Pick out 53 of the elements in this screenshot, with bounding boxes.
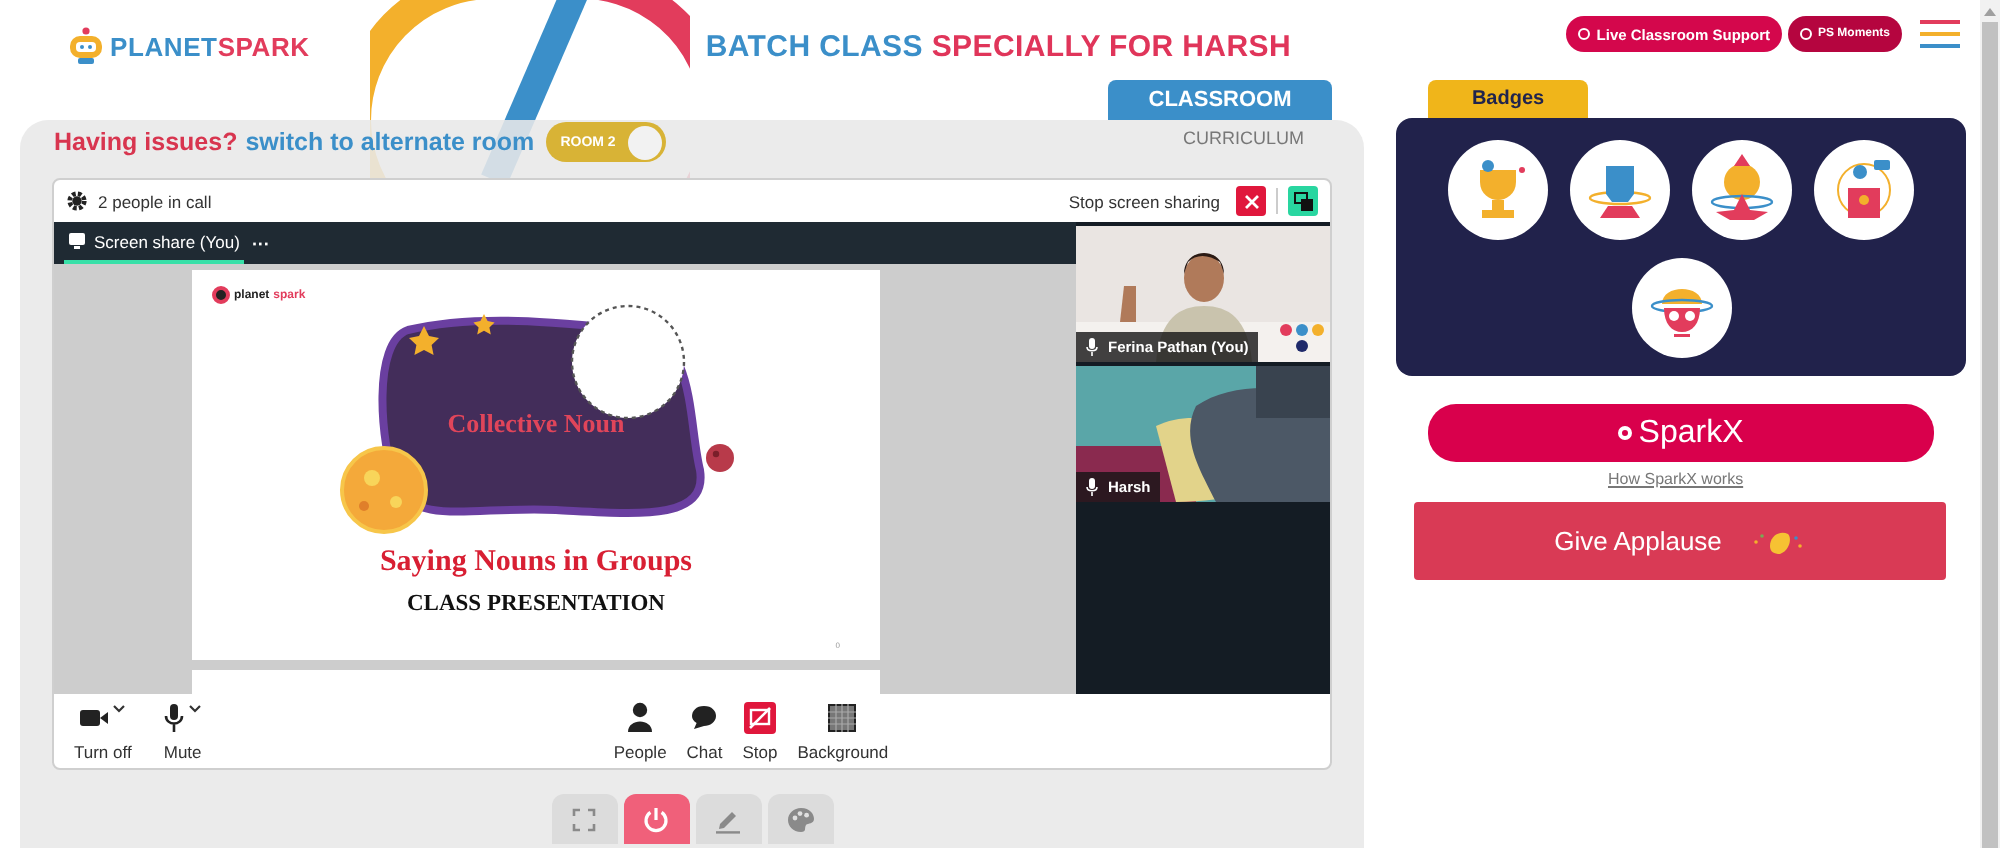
palette-icon — [785, 805, 815, 833]
close-button[interactable] — [1236, 186, 1266, 216]
slide-heading: Collective Noun — [447, 408, 625, 440]
fullscreen-button[interactable] — [551, 794, 617, 844]
chat-button[interactable]: Chat — [684, 701, 725, 761]
caret-icon[interactable] — [111, 704, 126, 714]
power-button[interactable] — [623, 794, 689, 844]
page-title: BATCH CLASS SPECIALLY FOR HARSH — [705, 30, 1291, 64]
close-icon — [1243, 193, 1259, 209]
participant-count: 2 people in call — [98, 191, 212, 211]
camera-button[interactable]: Turn off — [72, 701, 134, 761]
screen-share-tab[interactable]: Screen share (You) — [64, 222, 244, 264]
wizard-badge[interactable] — [1692, 140, 1792, 240]
stop-sharing-label: Stop screen sharing — [1068, 191, 1220, 211]
caret-icon[interactable] — [187, 704, 202, 714]
scrollbar[interactable] — [1980, 0, 2000, 848]
podium-badge[interactable] — [1814, 140, 1914, 240]
badges-tab[interactable]: Badges — [1428, 80, 1588, 118]
slide-title: Saying Nouns in Groups — [379, 546, 693, 580]
background-button[interactable]: Background — [795, 701, 891, 761]
applause-button[interactable]: Give Applause — [1414, 502, 1946, 580]
people-button[interactable]: People — [611, 701, 669, 761]
window-switch-button[interactable] — [1288, 186, 1318, 216]
how-sparkx-link[interactable]: How SparkX works — [1608, 470, 1744, 488]
sparkx-button[interactable]: SparkX — [1428, 404, 1934, 462]
mic-icon — [163, 703, 184, 731]
classroom-tab[interactable]: CLASSROOM — [1108, 80, 1332, 120]
palette-button[interactable] — [767, 794, 833, 844]
fullscreen-icon — [572, 807, 596, 831]
grid-icon — [828, 703, 857, 731]
menu-icon[interactable] — [1920, 18, 1960, 50]
person-icon — [626, 702, 655, 732]
brain-badge[interactable] — [1631, 258, 1731, 358]
stop-share-button[interactable]: Stop — [740, 701, 780, 761]
power-icon — [642, 805, 670, 833]
trophy-badge[interactable] — [1448, 140, 1548, 240]
robot-icon — [68, 26, 104, 66]
windows-icon — [1293, 191, 1313, 211]
mic-icon — [1086, 478, 1098, 496]
camera-icon — [79, 707, 108, 727]
issue-text: Having issues? — [54, 128, 238, 156]
mic-button[interactable]: Mute — [161, 701, 204, 761]
more-button[interactable]: ··· — [251, 233, 270, 253]
curriculum-tab[interactable]: CURRICULUM — [1183, 128, 1304, 148]
fist-badge[interactable] — [1570, 140, 1670, 240]
logo[interactable]: PLANETSPARK — [68, 26, 310, 66]
stop-share-icon — [744, 701, 777, 733]
mic-icon — [1086, 338, 1098, 356]
monitor-icon — [68, 232, 86, 250]
settings-icon[interactable] — [66, 190, 88, 212]
chat-icon — [690, 704, 719, 730]
pen-button[interactable] — [695, 794, 761, 844]
slide-subtitle: CLASS PRESENTATION — [407, 592, 665, 616]
